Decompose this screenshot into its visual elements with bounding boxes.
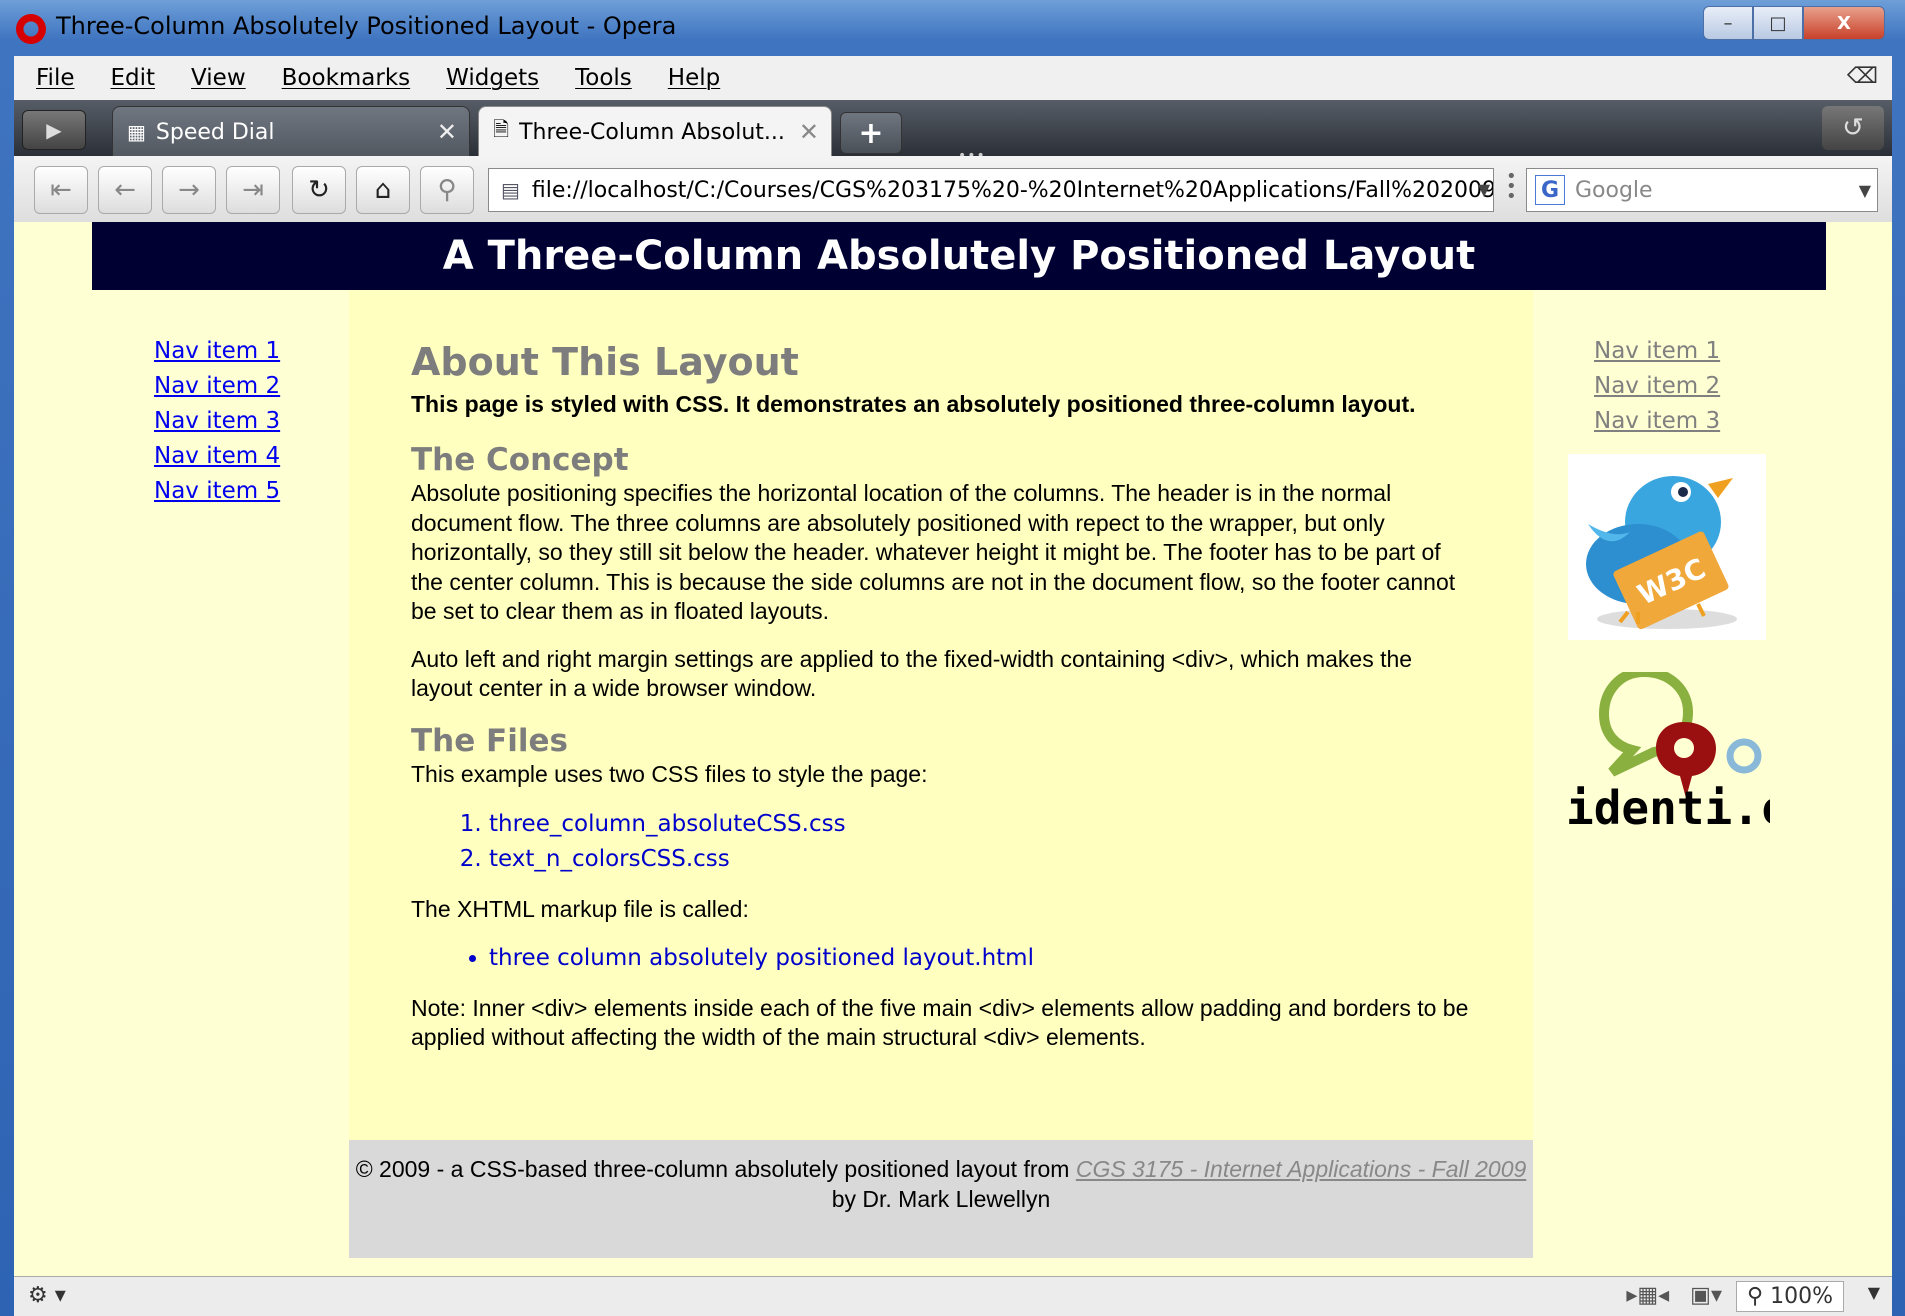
menu-bar: File Edit View Bookmarks Widgets Tools H… (14, 56, 1892, 101)
zoom-dropdown-icon[interactable]: ▼ (1868, 1283, 1880, 1302)
zoom-level: 100% (1770, 1284, 1833, 1309)
files-heading: The Files (411, 722, 568, 759)
menu-customize-icon[interactable]: ⌫ (1847, 64, 1878, 89)
note-paragraph: Note: Inner <div> elements inside each o… (411, 994, 1469, 1051)
fast-forward-icon[interactable]: ⇥ (226, 166, 280, 214)
maximize-button[interactable]: □ (1753, 6, 1803, 40)
menu-tools[interactable]: Tools (575, 65, 632, 91)
title-bar: Three-Column Absolutely Positioned Layou… (0, 0, 1905, 56)
browser-window: Three-Column Absolutely Positioned Layou… (0, 0, 1905, 1316)
left-nav-item-1[interactable]: Nav item 1 (154, 334, 280, 369)
identica-logo: identi.ca (1564, 666, 1815, 835)
left-nav-item-5[interactable]: Nav item 5 (154, 474, 280, 509)
page-icon: 🗎︎ (493, 117, 510, 141)
css-file-link[interactable]: three_column_absoluteCSS.css (489, 807, 1473, 842)
search-field[interactable]: G Google ▼ (1526, 168, 1878, 212)
menu-file[interactable]: File (36, 65, 75, 91)
identica-text: identi.ca (1566, 781, 1770, 832)
footer-prefix: © 2009 - a CSS-based three-column absolu… (355, 1156, 1076, 1182)
window-controls: – □ X (1703, 6, 1885, 40)
tab-close-icon[interactable]: ✕ (799, 118, 819, 146)
markup-file-list: three column absolutely positioned layou… (411, 941, 1473, 976)
page-footer: © 2009 - a CSS-based three-column absolu… (349, 1140, 1533, 1258)
left-nav-item-2[interactable]: Nav item 2 (154, 369, 280, 404)
right-nav-item-2[interactable]: Nav item 2 (1594, 369, 1720, 404)
rewind-icon[interactable]: ⇤ (34, 166, 88, 214)
css-file-list: three_column_absoluteCSS.css text_n_colo… (411, 807, 1473, 877)
page-title: About This Layout (411, 340, 799, 384)
tab-label: Speed Dial (155, 119, 275, 145)
opera-logo-icon (16, 14, 46, 44)
lead-text: This page is styled with CSS. It demonst… (411, 391, 1416, 417)
address-bar[interactable]: ▤ file://localhost/C:/Courses/CGS%203175… (488, 168, 1494, 212)
left-nav-item-3[interactable]: Nav item 3 (154, 404, 280, 439)
menu-widgets[interactable]: Widgets (446, 65, 539, 91)
search-dropdown-icon[interactable]: ▼ (1859, 181, 1871, 200)
footer-course-link[interactable]: CGS 3175 - Internet Applications - Fall … (1076, 1156, 1526, 1182)
right-nav-item-3[interactable]: Nav item 3 (1594, 404, 1720, 439)
zoom-icon: ⚲ (1746, 1284, 1771, 1309)
w3c-bird-logo: W3C (1568, 454, 1766, 640)
wand-icon[interactable]: ⚲ (420, 166, 474, 214)
tab-label: Three-Column Absolut... (519, 119, 785, 145)
toolbar-separator: • • • (1506, 166, 1517, 207)
left-nav: Nav item 1 Nav item 2 Nav item 3 Nav ite… (154, 334, 280, 509)
window-title: Three-Column Absolutely Positioned Layou… (56, 12, 677, 40)
status-view-icons[interactable]: ▸▦◂ ▣▾ (1626, 1283, 1722, 1308)
tab-speed-dial[interactable]: ▦ Speed Dial ✕ (112, 106, 470, 158)
menu-bookmarks[interactable]: Bookmarks (282, 65, 411, 91)
back-icon[interactable]: ← (98, 166, 152, 214)
search-placeholder: Google (1575, 177, 1653, 203)
page-header: A Three-Column Absolutely Positioned Lay… (92, 222, 1826, 290)
files-intro: This example uses two CSS files to style… (411, 760, 928, 787)
google-icon[interactable]: G (1535, 175, 1565, 205)
left-nav-item-4[interactable]: Nav item 4 (154, 439, 280, 474)
concept-paragraph-1: Absolute positioning specifies the horiz… (411, 480, 1456, 624)
minimize-button[interactable]: – (1703, 6, 1753, 40)
footer-suffix: by Dr. Mark Llewellyn (831, 1186, 1051, 1212)
menu-edit[interactable]: Edit (111, 65, 156, 91)
close-button[interactable]: X (1803, 6, 1885, 40)
reload-icon[interactable]: ↻ (292, 166, 346, 214)
closed-tabs-icon[interactable]: ↺ (1822, 106, 1884, 150)
concept-paragraph-2: Auto left and right margin settings are … (411, 645, 1413, 702)
home-icon[interactable]: ⌂ (356, 166, 410, 214)
new-tab-button[interactable]: + (840, 112, 902, 154)
address-dropdown-icon[interactable]: ▼ (1470, 168, 1498, 210)
menu-help[interactable]: Help (668, 65, 720, 91)
css-file-link[interactable]: text_n_colorsCSS.css (489, 842, 1473, 877)
markup-intro: The XHTML markup file is called: (411, 896, 749, 922)
right-nav: Nav item 1 Nav item 2 Nav item 3 (1594, 334, 1720, 439)
tab-three-column[interactable]: 🗎︎ Three-Column Absolut... ✕ (478, 106, 832, 158)
turbo-icon[interactable]: ⚙ ▾ (28, 1283, 66, 1308)
navigation-toolbar: ⇤ ← → ⇥ ↻ ⌂ ⚲ ▤ file://localhost/C:/Cour… (14, 156, 1892, 223)
page-icon: ▤ (501, 178, 520, 202)
speed-dial-icon: ▦ (127, 120, 146, 144)
right-nav-item-1[interactable]: Nav item 1 (1594, 334, 1720, 369)
page-viewport: A Three-Column Absolutely Positioned Lay… (14, 222, 1892, 1276)
tab-bar: ▶︎ ▦ Speed Dial ✕ 🗎︎ Three-Column Absolu… (14, 100, 1892, 164)
status-bar: ⚙ ▾ ▸▦◂ ▣▾ ⚲ 100% ▼ (14, 1276, 1892, 1316)
tab-close-icon[interactable]: ✕ (437, 118, 457, 146)
zoom-control[interactable]: ⚲ 100% (1735, 1281, 1844, 1312)
address-text: file://localhost/C:/Courses/CGS%203175%2… (531, 177, 1494, 203)
menu-view[interactable]: View (191, 65, 246, 91)
markup-file-link[interactable]: three column absolutely positioned layou… (489, 941, 1473, 976)
panel-toggle-icon[interactable]: ▶︎ (22, 110, 86, 150)
forward-icon[interactable]: → (162, 166, 216, 214)
concept-heading: The Concept (411, 442, 629, 478)
center-column: About This Layout This page is styled wi… (349, 290, 1533, 1140)
